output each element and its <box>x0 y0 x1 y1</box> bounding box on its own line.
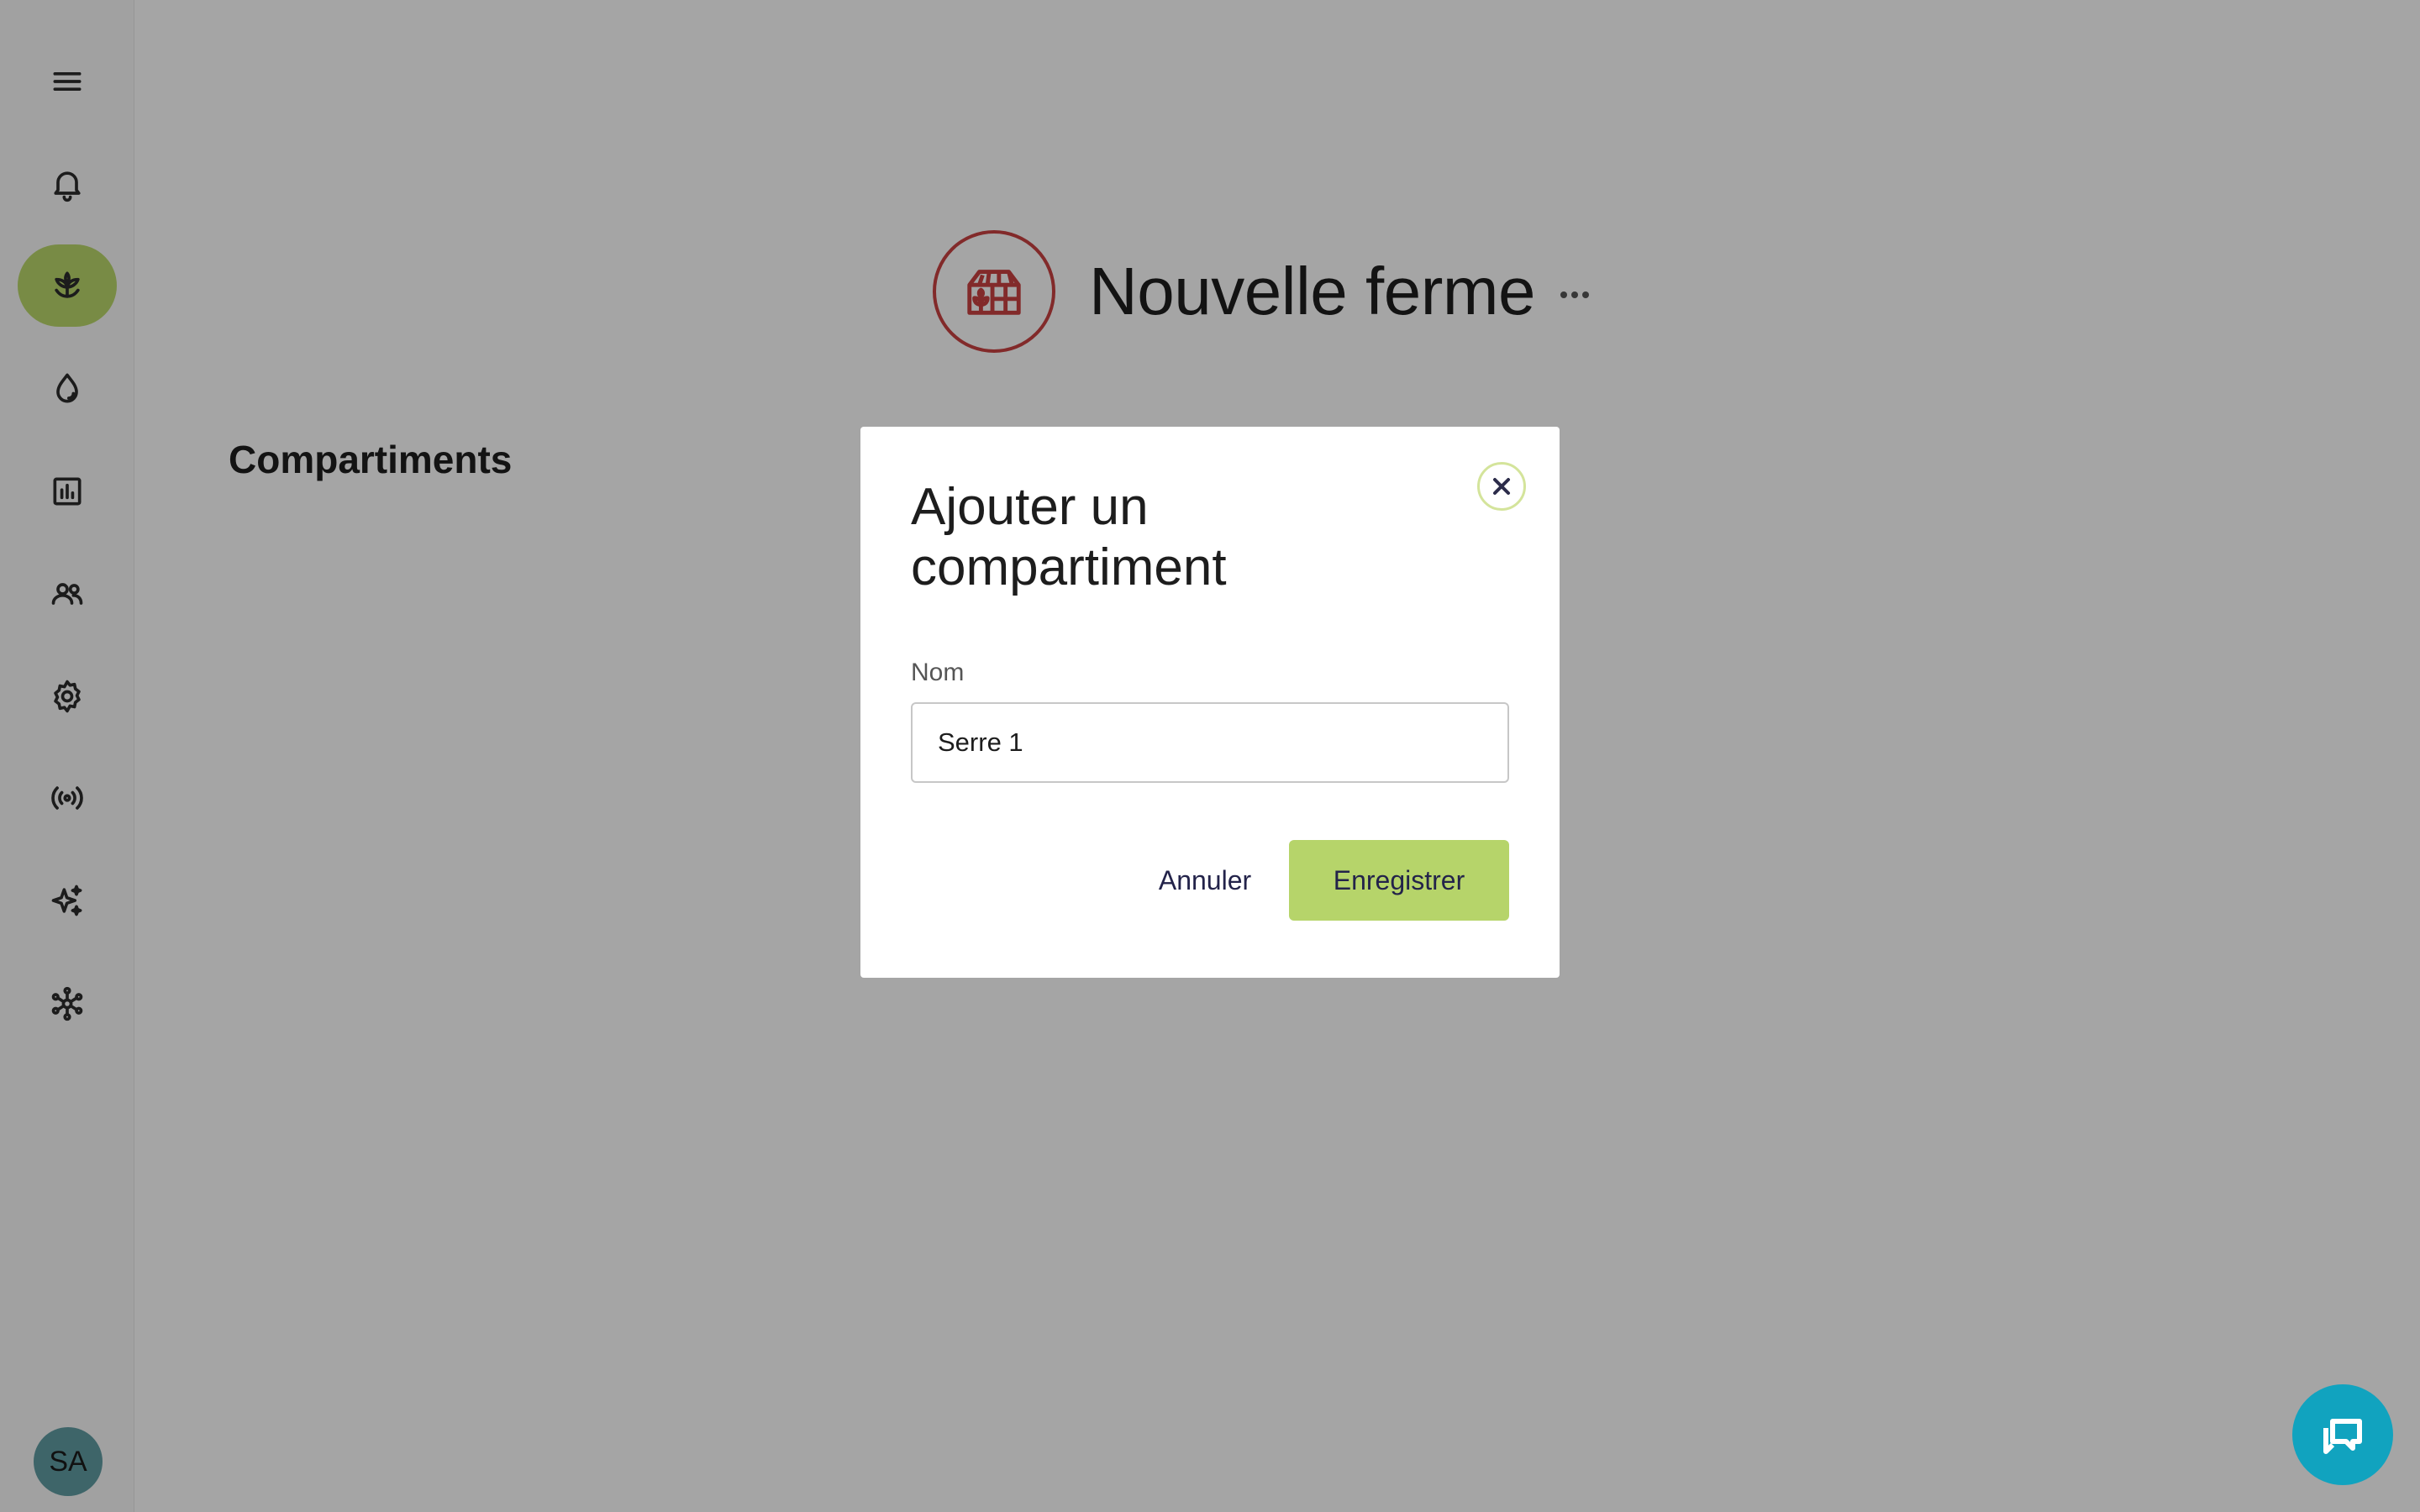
close-icon <box>1493 478 1510 495</box>
add-compartment-dialog: Ajouter un compartiment Nom Annuler Enre… <box>860 427 1560 978</box>
name-field-label: Nom <box>911 659 965 686</box>
app: SA Nouvelle ferme Compartiments Ajouter … <box>0 0 2420 1512</box>
save-button[interactable]: Enregistrer <box>1289 840 1509 921</box>
cancel-button[interactable]: Annuler <box>1113 840 1297 921</box>
dialog-title: Ajouter un compartiment <box>911 478 1227 596</box>
close-button[interactable] <box>1477 462 1526 511</box>
name-field[interactable] <box>911 702 1509 783</box>
chat-icon <box>2323 1419 2362 1454</box>
chat-button[interactable] <box>2292 1384 2393 1485</box>
